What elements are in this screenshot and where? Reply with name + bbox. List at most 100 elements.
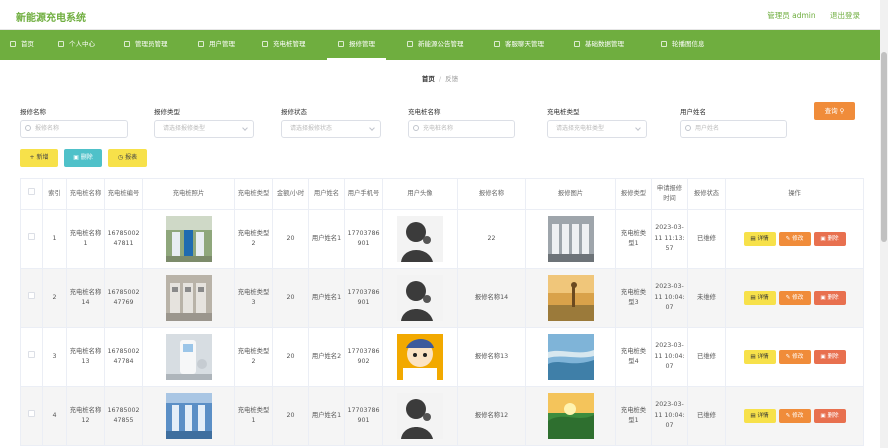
select-all-checkbox[interactable] [28, 188, 35, 196]
delete-button[interactable]: ▣ 删除 [813, 409, 846, 423]
query-button[interactable]: 查询 ⚲ [814, 102, 855, 120]
search-field-label: 用户姓名 [680, 108, 706, 116]
nav-item-label: 基础数据管理 [585, 40, 624, 48]
nav-item-label: 用户管理 [209, 40, 235, 48]
doc-icon: ▤ [750, 354, 756, 360]
breadcrumb-current: 反馈 [445, 75, 459, 83]
table-row: 1 充电桩名称1 1678500247811 充电桩类型2 20 用户姓名1 1770378… [20, 209, 864, 269]
detail-label: 详情 [757, 236, 769, 242]
user-avatar[interactable] [397, 275, 443, 321]
placeholder-text: 请选择报修状态 [290, 125, 333, 132]
row-checkbox[interactable] [28, 410, 35, 418]
header-checkbox-cell[interactable] [20, 178, 43, 210]
report-button[interactable]: ◷ 报表 [108, 149, 147, 167]
cell-apply-time: 2023-03-11 10:04:07 [651, 327, 688, 387]
app-title: 新能源充电系统 [16, 13, 86, 24]
row-checkbox[interactable] [28, 233, 35, 241]
logout-link[interactable]: 退出登录 [830, 11, 860, 20]
nav-item[interactable]: 个人中心 [58, 30, 95, 60]
search-input[interactable]: 充电桩名称 [408, 120, 515, 138]
detail-button[interactable]: ▤ 详情 [743, 232, 776, 246]
cell-repair-type: 充电桩类型1 [615, 209, 652, 269]
trash-icon: ▣ [820, 413, 826, 419]
pile-photo[interactable] [165, 334, 212, 380]
search-select[interactable]: 请选择充电桩类型 [547, 120, 647, 138]
cell-pile-type: 充电桩类型3 [234, 268, 273, 328]
admin-user-label[interactable]: 管理员 admin [767, 11, 815, 20]
repair-image[interactable] [547, 216, 594, 262]
edit-button[interactable]: ✎ 修改 [778, 409, 811, 423]
add-button[interactable]: + 新增 [20, 149, 58, 167]
add-label: 新增 [36, 154, 49, 161]
cell-pile-type: 充电桩类型2 [234, 209, 273, 269]
repair-image[interactable] [547, 275, 594, 321]
row-checkbox[interactable] [28, 351, 35, 359]
nav-item[interactable]: 新能源公告管理 [407, 30, 464, 60]
pile-photo[interactable] [165, 275, 212, 321]
row-checkbox-cell[interactable] [20, 327, 43, 387]
nav-item[interactable]: 基础数据管理 [574, 30, 624, 60]
nav-item-label: 新能源公告管理 [418, 40, 464, 48]
nav-item[interactable]: 充电桩管理 [262, 30, 306, 60]
column-header: 报修名称 [457, 178, 526, 210]
image-cell [525, 209, 616, 269]
nav-item[interactable]: 客服聊天管理 [494, 30, 544, 60]
row-checkbox-cell[interactable] [20, 386, 43, 446]
top-right-area: 管理员 admin 退出登录 [755, 10, 860, 21]
detail-button[interactable]: ▤ 详情 [743, 291, 776, 305]
user-avatar[interactable] [397, 393, 443, 439]
search-icon: ⚲ [839, 107, 845, 115]
cell-apply-time: 2023-03-11 11:13:57 [651, 209, 688, 269]
nav-item[interactable]: 用户管理 [198, 30, 235, 60]
scrollbar-thumb[interactable] [881, 52, 887, 242]
row-checkbox-cell[interactable] [20, 209, 43, 269]
column-header: 操作 [725, 178, 864, 210]
delete-button[interactable]: ▣ 删除 [813, 232, 846, 246]
cell-user-name: 用户姓名1 [308, 268, 345, 328]
column-header: 充电桩名称 [66, 178, 105, 210]
cell-phone: 17703786902 [344, 327, 383, 387]
pile-photo[interactable] [165, 393, 212, 439]
detail-button[interactable]: ▤ 详情 [743, 409, 776, 423]
search-select[interactable]: 请选择报修状态 [281, 120, 381, 138]
edit-button[interactable]: ✎ 修改 [778, 350, 811, 364]
batch-delete-button[interactable]: ▣ 删除 [64, 149, 102, 167]
report-label: 报表 [125, 154, 138, 161]
search-input[interactable]: 报修名称 [20, 120, 128, 138]
pile-photo[interactable] [165, 216, 212, 262]
nav-item[interactable]: 报修管理 [327, 30, 386, 60]
column-header: 申请报修时间 [651, 178, 688, 210]
nav-item[interactable]: 首页 [10, 30, 34, 60]
breadcrumb-home[interactable]: 首页 [422, 75, 435, 83]
repair-image[interactable] [547, 334, 594, 380]
detail-button[interactable]: ▤ 详情 [743, 350, 776, 364]
cell-index: 3 [42, 327, 67, 387]
plus-icon: + [29, 154, 35, 161]
cell-repair-type: 充电桩类型4 [615, 327, 652, 387]
row-checkbox-cell[interactable] [20, 268, 43, 328]
edit-button[interactable]: ✎ 修改 [778, 232, 811, 246]
search-field-label: 报修名称 [20, 108, 46, 116]
column-header: 金额/小时 [272, 178, 309, 210]
search-select[interactable]: 请选择报修类型 [154, 120, 254, 138]
trash-icon: ▣ [820, 295, 826, 301]
nav-item[interactable]: 轮播图信息 [661, 30, 705, 60]
scrollbar[interactable] [880, 0, 888, 448]
user-avatar[interactable] [397, 334, 443, 380]
image-cell [142, 209, 235, 269]
cell-index: 4 [42, 386, 67, 446]
edit-button[interactable]: ✎ 修改 [778, 291, 811, 305]
repair-image[interactable] [547, 393, 594, 439]
query-label: 查询 [824, 107, 838, 115]
delete-button[interactable]: ▣ 删除 [813, 291, 846, 305]
breadcrumb-separator: / [438, 75, 442, 83]
cell-pile-name: 充电桩名称12 [66, 386, 105, 446]
nav-item-label: 轮播图信息 [672, 40, 705, 48]
search-input[interactable]: 用户姓名 [680, 120, 787, 138]
cell-pile-name: 充电桩名称14 [66, 268, 105, 328]
user-avatar[interactable] [397, 216, 443, 262]
row-checkbox[interactable] [28, 292, 35, 300]
delete-button[interactable]: ▣ 删除 [813, 350, 846, 364]
edit-label: 修改 [792, 354, 804, 360]
nav-item[interactable]: 管理员管理 [124, 30, 168, 60]
